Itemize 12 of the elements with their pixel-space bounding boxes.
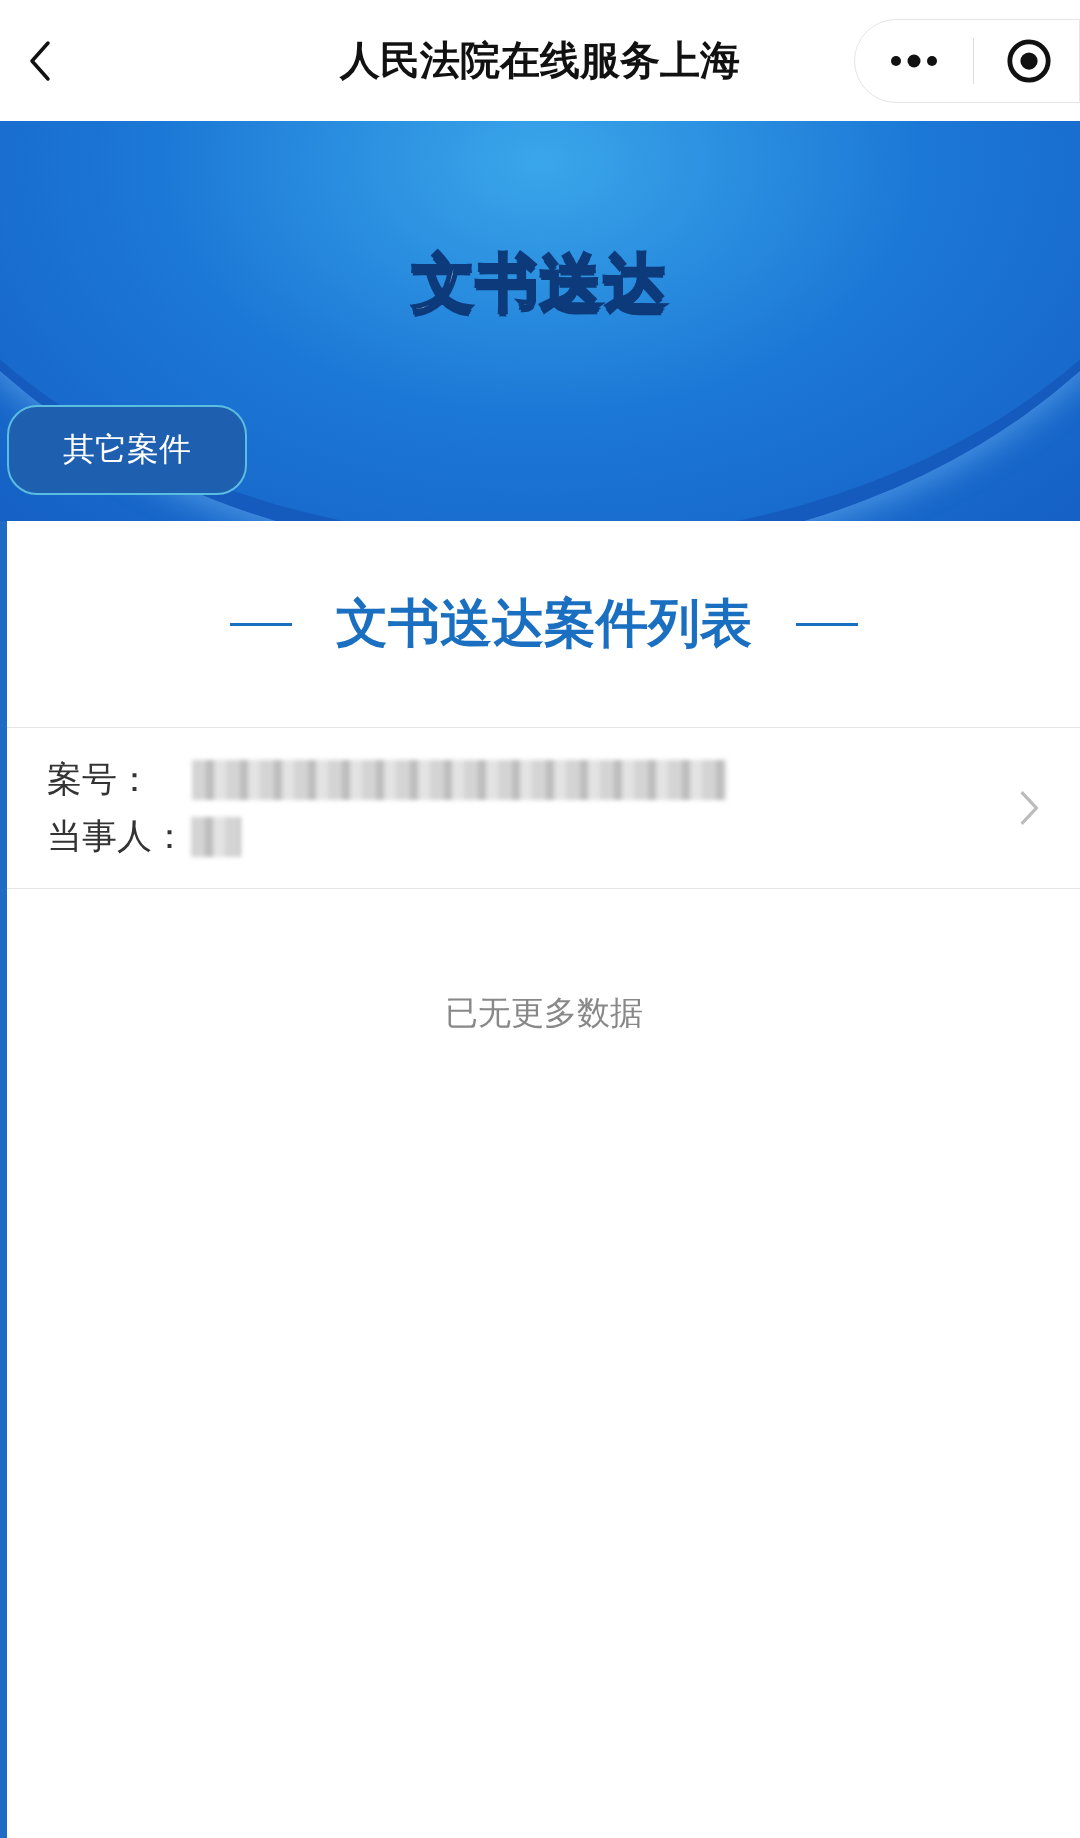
field-label: 当事人： xyxy=(47,815,187,858)
list-heading: 文书送达案件列表 xyxy=(335,592,752,655)
no-more-data-text: 已无更多数据 xyxy=(443,992,644,1034)
field-label: 案号： xyxy=(47,758,152,801)
page-title: 人民法院在线服务上海 xyxy=(338,36,741,85)
case-list-item[interactable]: 案号： 当事人： xyxy=(7,728,1080,889)
chevron-right-icon xyxy=(1018,789,1040,827)
banner-title: 文书送达 xyxy=(412,245,668,321)
redacted-value xyxy=(191,816,241,857)
back-icon[interactable] xyxy=(28,38,52,83)
more-icon[interactable] xyxy=(889,53,939,68)
other-cases-button[interactable]: 其它案件 xyxy=(7,405,247,495)
